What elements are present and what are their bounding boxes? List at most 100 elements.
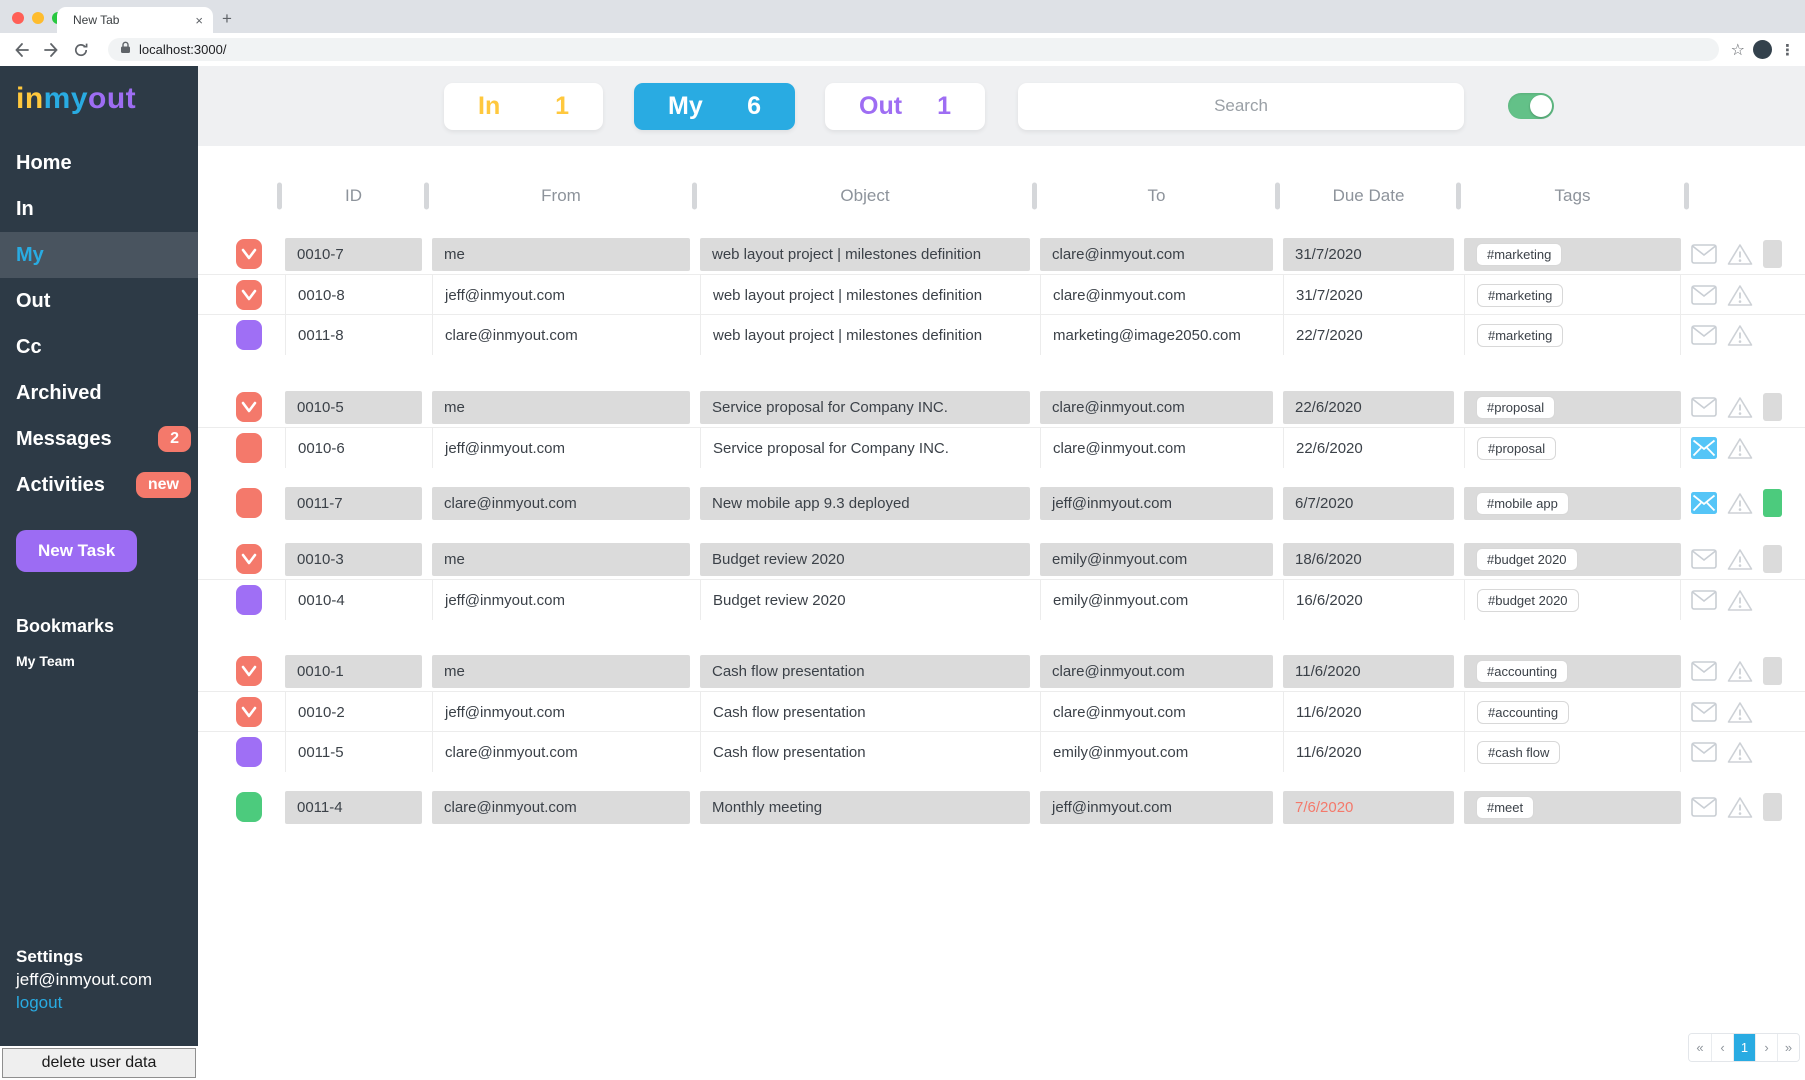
table-row[interactable]: 0010-8jeff@inmyout.comweb layout project… [198,274,1805,314]
cell-to: clare@inmyout.com [1040,391,1273,424]
forward-icon[interactable] [40,39,62,61]
tag-pill: #meet [1476,796,1534,819]
warning-icon[interactable] [1727,651,1753,691]
cell-due-date: 22/6/2020 [1283,391,1454,424]
window-close-button[interactable] [12,12,24,24]
envelope-icon[interactable] [1691,732,1717,772]
filter-toggle[interactable] [1508,93,1554,119]
warning-icon[interactable] [1727,580,1753,620]
sidebar-item-in[interactable]: In [0,186,198,232]
sidebar-item-badge: 2 [158,426,191,452]
sidebar-item-activities[interactable]: Activities new [0,462,198,508]
column-header-to: To [1040,182,1273,210]
delete-user-data-button[interactable]: delete user data [2,1048,196,1078]
table-row[interactable]: 0010-3meBudget review 2020emily@inmyout.… [198,539,1805,579]
pagination-prev-button[interactable]: ‹ [1711,1034,1733,1061]
search-input[interactable] [1018,83,1464,130]
table-row[interactable]: 0011-4clare@inmyout.comMonthly meetingje… [198,787,1805,827]
column-separator [1275,183,1280,210]
table-row[interactable]: 0010-4jeff@inmyout.comBudget review 2020… [198,579,1805,619]
envelope-icon[interactable] [1691,651,1717,691]
filter-in-button[interactable]: In 1 [444,83,603,130]
pagination-first-button[interactable]: « [1689,1034,1711,1061]
table-row[interactable]: 0010-7meweb layout project | milestones … [198,234,1805,274]
window-minimize-button[interactable] [32,12,44,24]
envelope-icon[interactable] [1691,315,1717,355]
sidebar-item-cc[interactable]: Cc [0,324,198,370]
profile-avatar[interactable] [1753,40,1772,59]
reload-icon[interactable] [70,39,92,61]
warning-icon[interactable] [1727,387,1753,427]
sidebar-item-my[interactable]: My [0,232,198,278]
envelope-icon[interactable] [1691,428,1717,468]
new-task-button[interactable]: New Task [16,530,137,572]
table-row[interactable]: 0010-2jeff@inmyout.comCash flow presenta… [198,691,1805,731]
sidebar-item-label: Activities [16,474,105,497]
warning-icon[interactable] [1727,732,1753,772]
bookmark-item[interactable]: My Team [0,637,198,669]
envelope-icon[interactable] [1691,234,1717,274]
table-row[interactable]: 0010-5meService proposal for Company INC… [198,387,1805,427]
sidebar-item-out[interactable]: Out [0,278,198,324]
sidebar-item-archived[interactable]: Archived [0,370,198,416]
row-checkbox[interactable] [236,737,262,767]
row-checkbox[interactable] [236,792,262,822]
sidebar-item-badge: new [136,472,191,498]
back-icon[interactable] [10,39,32,61]
row-checkbox[interactable] [236,320,262,350]
table-row[interactable]: 0011-8clare@inmyout.comweb layout projec… [198,314,1805,354]
bookmark-star-icon[interactable]: ☆ [1731,40,1745,60]
toggle-knob [1530,95,1552,117]
tag-pill: #marketing [1477,284,1563,307]
table-row[interactable]: 0010-1meCash flow presentationclare@inmy… [198,651,1805,691]
filter-my-button[interactable]: My 6 [634,83,795,130]
warning-icon[interactable] [1727,483,1753,523]
envelope-icon[interactable] [1691,692,1717,732]
tag-pill: #cash flow [1477,741,1560,764]
table-row[interactable]: 0010-6jeff@inmyout.comService proposal f… [198,427,1805,467]
row-checkbox[interactable] [236,488,262,518]
envelope-icon[interactable] [1691,483,1717,523]
filter-out-button[interactable]: Out 1 [825,83,985,130]
tag-pill: #budget 2020 [1476,548,1578,571]
tab-close-icon[interactable]: × [195,13,203,28]
row-checkbox[interactable] [236,544,262,574]
new-tab-button[interactable]: + [222,10,232,27]
envelope-icon[interactable] [1691,787,1717,827]
row-checkbox[interactable] [236,280,262,310]
browser-menu-icon[interactable]: ⋮ [1780,41,1795,59]
pagination-page-1-button[interactable]: 1 [1733,1034,1755,1061]
warning-icon[interactable] [1727,315,1753,355]
envelope-icon[interactable] [1691,580,1717,620]
url-bar[interactable]: localhost:3000/ [108,38,1719,61]
warning-icon[interactable] [1727,787,1753,827]
warning-icon[interactable] [1727,234,1753,274]
logout-link[interactable]: logout [16,991,152,1014]
warning-icon[interactable] [1727,275,1753,315]
row-checkbox[interactable] [236,585,262,615]
browser-tab[interactable]: New Tab × [57,7,213,33]
pagination-next-button[interactable]: › [1755,1034,1777,1061]
warning-icon[interactable] [1727,428,1753,468]
warning-icon[interactable] [1727,539,1753,579]
table-group: 0010-7meweb layout project | milestones … [198,234,1805,354]
row-checkbox[interactable] [236,239,262,269]
row-checkbox[interactable] [236,656,262,686]
row-checkbox[interactable] [236,433,262,463]
envelope-icon[interactable] [1691,275,1717,315]
warning-icon[interactable] [1727,692,1753,732]
envelope-icon[interactable] [1691,539,1717,579]
settings-link[interactable]: Settings [16,945,152,968]
cell-from: me [432,543,690,576]
sidebar-item-messages[interactable]: Messages2 [0,416,198,462]
row-end-marker-cell [1763,234,1782,274]
row-checkbox[interactable] [236,697,262,727]
table-row[interactable]: 0011-7clare@inmyout.comNew mobile app 9.… [198,483,1805,523]
cell-due-date: 7/6/2020 [1283,791,1454,824]
sidebar-item-home[interactable]: Home [0,140,198,186]
envelope-icon[interactable] [1691,387,1717,427]
pagination-last-button[interactable]: » [1777,1034,1799,1061]
table-row[interactable]: 0011-5clare@inmyout.comCash flow present… [198,731,1805,771]
pagination: « ‹ 1 › » [1688,1033,1800,1062]
row-checkbox[interactable] [236,392,262,422]
